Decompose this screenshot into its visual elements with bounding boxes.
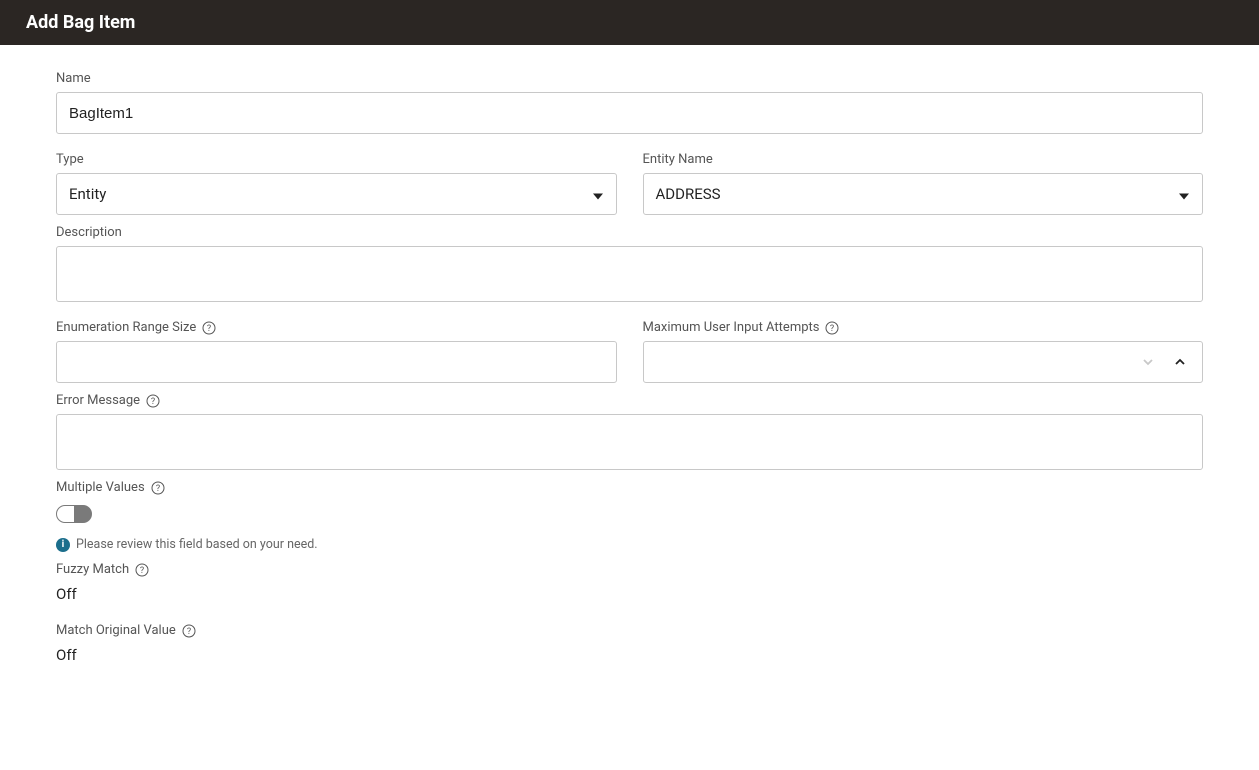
name-input[interactable] <box>56 92 1203 134</box>
help-icon[interactable]: ? <box>151 481 165 495</box>
field-fuzzy-match: Fuzzy Match ? Off <box>56 552 1203 613</box>
field-match-original: Match Original Value ? Off <box>56 613 1203 674</box>
help-icon[interactable]: ? <box>202 321 216 335</box>
svg-text:?: ? <box>140 566 144 576</box>
entity-name-select[interactable]: ADDRESS <box>643 173 1204 215</box>
field-multiple-values: Multiple Values ? i Please review this f… <box>56 470 1203 552</box>
max-attempts-input[interactable] <box>643 341 1204 383</box>
label-match-original: Match Original Value ? <box>56 623 1203 638</box>
svg-text:?: ? <box>156 484 160 494</box>
field-max-attempts: Maximum User Input Attempts ? <box>643 310 1204 383</box>
description-input[interactable] <box>56 246 1203 302</box>
help-icon[interactable]: ? <box>825 321 839 335</box>
svg-text:?: ? <box>830 324 834 334</box>
label-name: Name <box>56 71 1203 86</box>
info-message-text: Please review this field based on your n… <box>76 537 318 552</box>
label-error-message: Error Message ? <box>56 393 1203 408</box>
multiple-values-toggle[interactable] <box>56 505 92 523</box>
label-fuzzy-match: Fuzzy Match ? <box>56 562 1203 577</box>
enum-range-input[interactable] <box>56 341 617 383</box>
field-type: Type Entity <box>56 142 617 215</box>
stepper-increment-button[interactable] <box>1171 353 1189 371</box>
info-icon: i <box>56 538 70 552</box>
help-icon[interactable]: ? <box>182 624 196 638</box>
error-message-input[interactable] <box>56 414 1203 470</box>
label-description: Description <box>56 225 1203 240</box>
field-error-message: Error Message ? <box>56 383 1203 470</box>
dialog-title: Add Bag Item <box>26 12 135 33</box>
svg-text:?: ? <box>151 397 155 407</box>
entity-name-select-value: ADDRESS <box>656 185 721 203</box>
info-message-row: i Please review this field based on your… <box>56 537 1203 552</box>
match-original-value: Off <box>56 646 1203 664</box>
dialog-header: Add Bag Item <box>0 0 1259 45</box>
field-name: Name <box>56 61 1203 134</box>
label-type: Type <box>56 152 617 167</box>
stepper-decrement-button[interactable] <box>1139 353 1157 371</box>
field-description: Description <box>56 215 1203 302</box>
label-max-attempts: Maximum User Input Attempts ? <box>643 320 1204 335</box>
field-entity-name: Entity Name ADDRESS <box>643 142 1204 215</box>
fuzzy-match-value: Off <box>56 585 1203 603</box>
svg-text:?: ? <box>207 324 211 334</box>
label-multiple-values: Multiple Values ? <box>56 480 1203 495</box>
help-icon[interactable]: ? <box>146 394 160 408</box>
type-select[interactable]: Entity <box>56 173 617 215</box>
type-select-value: Entity <box>69 185 106 203</box>
field-enum-range: Enumeration Range Size ? <box>56 310 617 383</box>
label-entity-name: Entity Name <box>643 152 1204 167</box>
help-icon[interactable]: ? <box>135 563 149 577</box>
form-body: Name Type Entity Entity Name ADDRESS <box>0 45 1259 714</box>
label-enum-range: Enumeration Range Size ? <box>56 320 617 335</box>
svg-text:?: ? <box>187 627 191 637</box>
